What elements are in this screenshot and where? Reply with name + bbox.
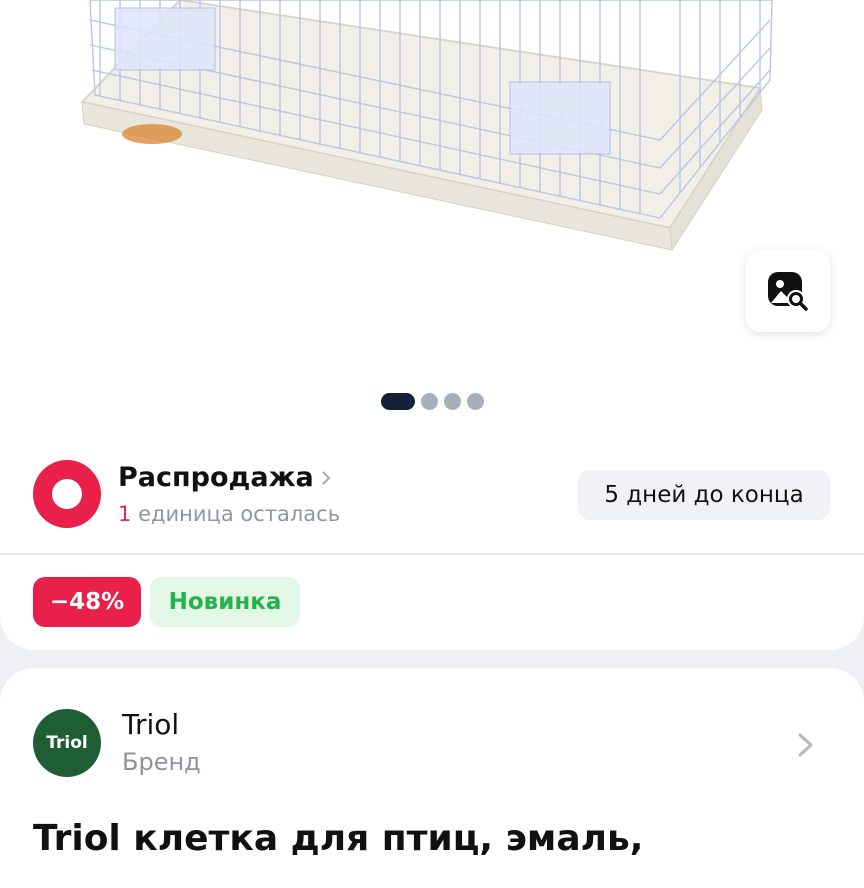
pager-dot[interactable] bbox=[421, 393, 438, 410]
sale-logo-icon bbox=[33, 460, 101, 528]
gallery-pager bbox=[381, 393, 484, 410]
divider bbox=[0, 553, 864, 555]
product-gallery-card: Распродажа 1 единица осталась 5 дней до … bbox=[0, 0, 864, 650]
stock-label: единица осталась bbox=[138, 502, 341, 526]
product-photo[interactable] bbox=[60, 0, 820, 270]
new-badge: Новинка bbox=[150, 577, 300, 627]
pager-dot-active[interactable] bbox=[381, 393, 415, 410]
brand-logo[interactable]: Triol bbox=[33, 709, 101, 777]
chevron-right-icon[interactable] bbox=[796, 731, 816, 759]
brand-name[interactable]: Triol bbox=[122, 708, 179, 741]
chevron-right-icon bbox=[322, 471, 331, 484]
sale-stock-info: 1 единица осталась bbox=[118, 502, 340, 526]
pager-dot[interactable] bbox=[444, 393, 461, 410]
product-title: Triol клетка для птиц, эмаль, bbox=[33, 818, 644, 859]
sale-link[interactable]: Распродажа bbox=[118, 462, 331, 493]
brand-label: Бренд bbox=[122, 748, 201, 776]
discount-badge: −48% bbox=[33, 577, 141, 627]
pager-dot[interactable] bbox=[467, 393, 484, 410]
sale-title: Распродажа bbox=[118, 462, 314, 493]
days-left-chip: 5 дней до конца bbox=[578, 470, 830, 520]
stock-count: 1 bbox=[118, 502, 132, 526]
image-search-icon bbox=[768, 272, 808, 311]
image-search-button[interactable] bbox=[746, 250, 830, 332]
